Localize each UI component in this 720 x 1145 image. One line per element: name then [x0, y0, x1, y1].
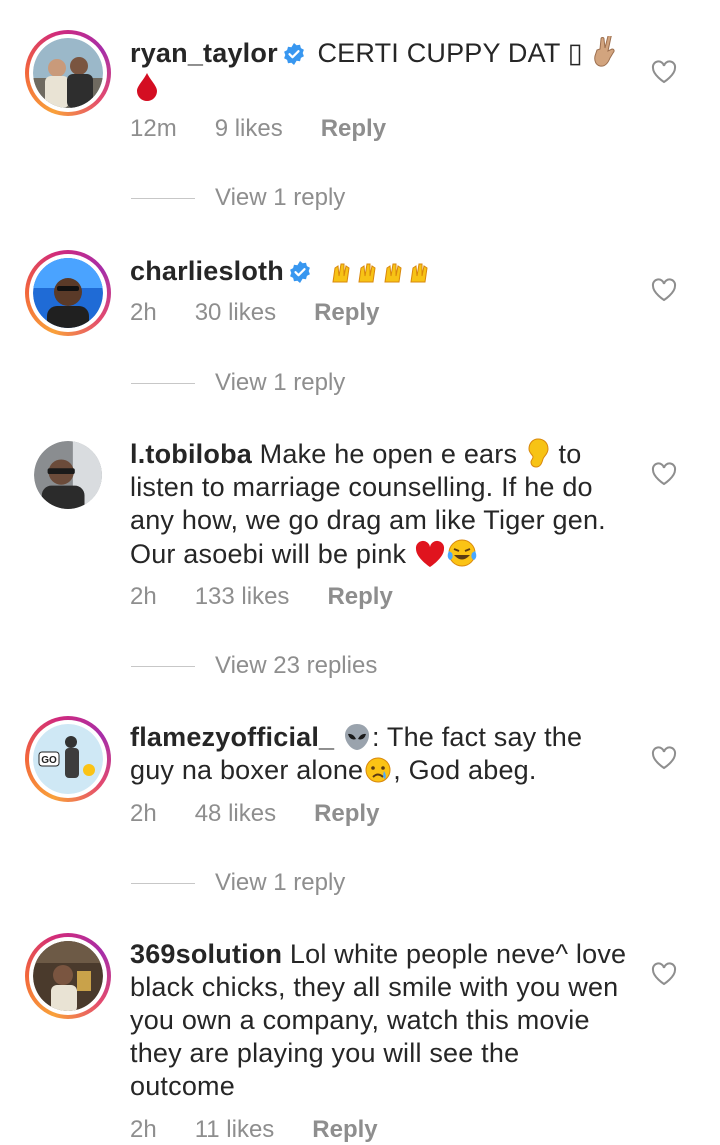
comment-text: 369solution Lol white people neve^ love …: [130, 938, 630, 1103]
avatar-frame: [29, 34, 107, 112]
view-replies-label: View 1 reply: [215, 184, 346, 211]
avatar-frame: GO: [29, 720, 107, 798]
view-replies-label: View 1 reply: [215, 369, 346, 396]
avatar-frame: [29, 254, 107, 332]
likes-count[interactable]: 11 likes: [195, 1116, 275, 1144]
crossed-fingers-icon: [593, 36, 615, 67]
view-replies-label: View 23 replies: [215, 652, 378, 679]
heart-outline-icon[interactable]: [651, 746, 677, 770]
divider-line: [131, 383, 195, 385]
red-heart-icon: [415, 540, 445, 567]
timestamp: 2h: [130, 1116, 157, 1143]
comment-text: charliesloth: [130, 254, 630, 288]
avatar: [33, 258, 103, 328]
timestamp: 2h: [130, 800, 157, 827]
view-replies-button[interactable]: View 1 reply: [131, 869, 345, 897]
timestamp: 12m: [130, 115, 177, 142]
divider-line: [131, 198, 195, 200]
comment-text: ryan_taylor CERTI CUPPY DAT ▯: [130, 36, 630, 103]
avatar-ring[interactable]: [25, 933, 111, 1019]
likes-count[interactable]: 9 likes: [215, 115, 283, 143]
verified-badge-icon: [283, 43, 304, 65]
view-replies-button[interactable]: View 1 reply: [131, 184, 345, 212]
avatar-ring[interactable]: [25, 30, 111, 116]
comment-meta: 12m 9 likes Reply: [130, 115, 386, 143]
likes-count[interactable]: 48 likes: [195, 800, 276, 828]
avatar-ring[interactable]: [25, 432, 111, 518]
avatar: [33, 38, 103, 108]
avatar-frame: [29, 937, 107, 1015]
comment-body-part-2: , God abeg.: [393, 755, 537, 785]
comment-text: l.tobiloba Make he open e ears to listen…: [130, 437, 630, 571]
likes-count[interactable]: 30 likes: [195, 299, 276, 327]
username[interactable]: charliesloth: [130, 256, 284, 286]
comment-meta: 2h 133 likes Reply: [130, 583, 393, 611]
timestamp: 2h: [130, 583, 157, 610]
missing-glyph: ▯: [567, 38, 583, 68]
divider-line: [131, 666, 195, 668]
comment-body-part-1: Make he open e ears: [251, 439, 525, 469]
view-replies-label: View 1 reply: [215, 869, 346, 896]
username[interactable]: 369solution: [130, 939, 282, 969]
heart-outline-icon[interactable]: [651, 962, 677, 986]
avatar: [34, 441, 102, 509]
crying-face-icon: [365, 757, 391, 783]
heart-outline-icon[interactable]: [651, 60, 677, 84]
username[interactable]: flamezyofficial_: [130, 722, 334, 752]
avatar-ring[interactable]: [25, 250, 111, 336]
alien-icon: [344, 724, 369, 750]
reply-button[interactable]: Reply: [314, 800, 379, 828]
reply-button[interactable]: Reply: [327, 583, 392, 611]
timestamp: 2h: [130, 299, 157, 326]
heart-outline-icon[interactable]: [651, 278, 677, 302]
raised-hands-icon: [332, 263, 428, 283]
comment-meta: 2h 48 likes Reply: [130, 800, 379, 828]
heart-outline-icon[interactable]: [651, 462, 677, 486]
reply-button[interactable]: Reply: [321, 115, 386, 143]
ear-icon: [528, 438, 549, 468]
comment-meta: 2h 30 likes Reply: [130, 299, 379, 327]
blood-drop-icon: [137, 73, 157, 101]
comment-body: CERTI CUPPY DAT: [309, 38, 568, 68]
avatar: [33, 941, 103, 1011]
divider-line: [131, 883, 195, 885]
avatar: GO: [33, 724, 103, 794]
avatar-go-text: GO: [41, 755, 57, 766]
reply-button[interactable]: Reply: [312, 1116, 377, 1144]
view-replies-button[interactable]: View 23 replies: [131, 652, 377, 680]
view-replies-button[interactable]: View 1 reply: [131, 369, 345, 397]
likes-count[interactable]: 133 likes: [195, 583, 290, 611]
username[interactable]: ryan_taylor: [130, 38, 278, 68]
comment-meta: 2h 11 likes Reply: [130, 1116, 378, 1144]
comment-text: flamezyofficial_ : The fact say the guy …: [130, 721, 630, 787]
reply-button[interactable]: Reply: [314, 299, 379, 327]
verified-badge-icon: [290, 261, 310, 283]
username[interactable]: l.tobiloba: [130, 439, 252, 469]
tears-of-joy-icon: [447, 539, 477, 567]
avatar-ring[interactable]: GO: [25, 716, 111, 802]
